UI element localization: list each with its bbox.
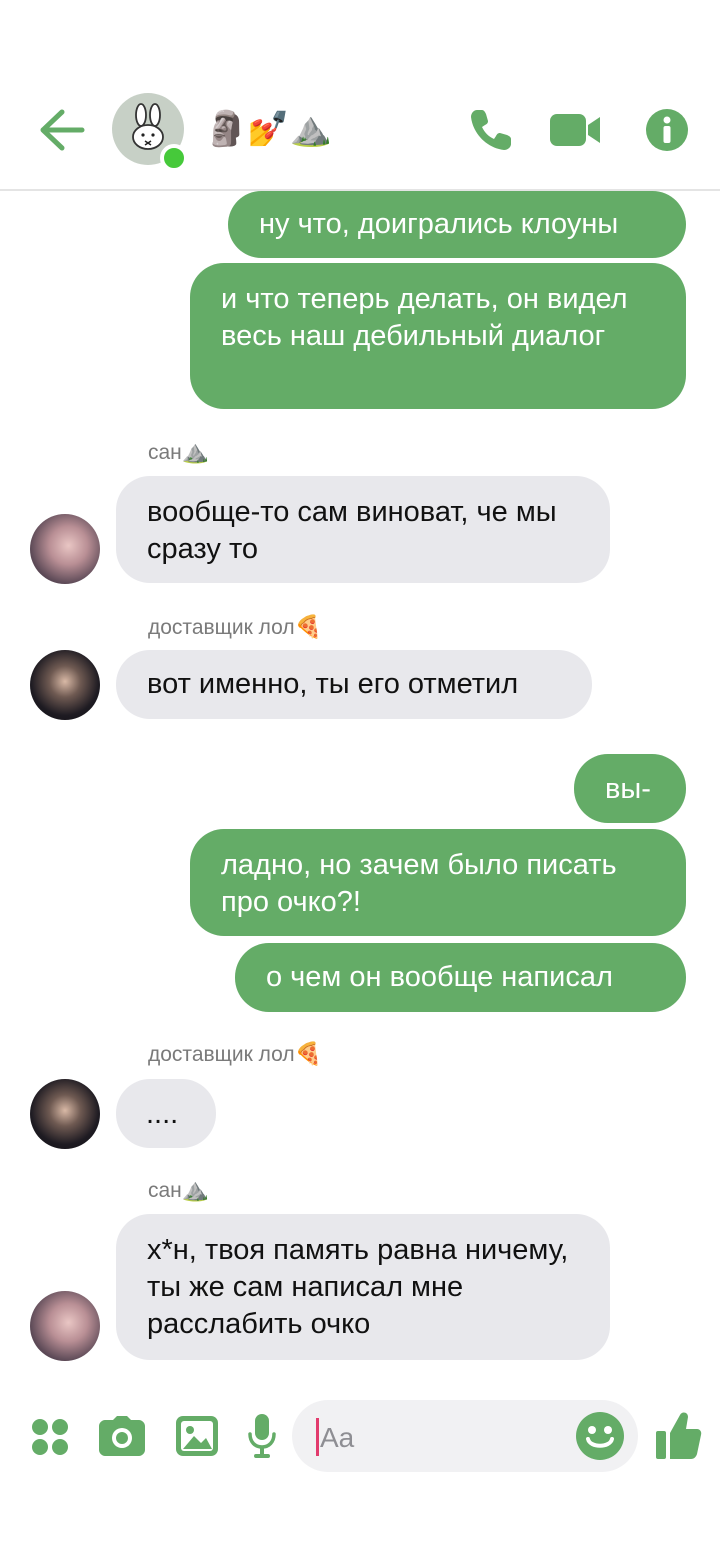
video-camera-icon[interactable] xyxy=(550,112,602,148)
back-arrow-icon[interactable] xyxy=(38,108,86,152)
text-caret xyxy=(316,1418,319,1456)
incoming-message[interactable]: вот именно, ты его отметил xyxy=(116,650,592,719)
incoming-message[interactable]: вообще-то сам виноват, че мы сразу то xyxy=(116,476,610,583)
phone-icon[interactable] xyxy=(467,106,515,154)
sender-emoji: ⛰️ xyxy=(181,440,210,465)
chat-header: 🗿💅⛰️ xyxy=(0,0,720,191)
microphone-icon[interactable] xyxy=(248,1414,276,1458)
sender-name-text: доставщик лол xyxy=(148,616,295,639)
outgoing-message[interactable]: ладно, но зачем было писать про очко?! xyxy=(190,829,686,936)
sender-name-text: сан xyxy=(148,1179,182,1202)
chat-title[interactable]: 🗿💅⛰️ xyxy=(205,105,332,153)
incoming-message[interactable]: .... xyxy=(116,1079,216,1148)
sender-name-text: сан xyxy=(148,441,182,464)
incoming-message[interactable]: х*н, твоя память равна ничему, ты же сам… xyxy=(116,1214,610,1360)
sender-name: доставщик лол🍕 xyxy=(148,615,322,641)
sender-emoji: ⛰️ xyxy=(181,1178,210,1203)
avatar[interactable] xyxy=(30,1291,100,1361)
image-icon[interactable] xyxy=(176,1416,218,1456)
smiley-icon[interactable] xyxy=(576,1412,624,1460)
sender-name: сан⛰️ xyxy=(148,1178,209,1204)
avatar[interactable] xyxy=(30,514,100,584)
outgoing-message[interactable]: и что теперь делать, он видел весь наш д… xyxy=(190,263,686,409)
sender-name: доставщик лол🍕 xyxy=(148,1042,322,1068)
sender-emoji: 🍕 xyxy=(294,615,323,640)
sender-emoji: 🍕 xyxy=(294,1042,323,1067)
online-status-badge xyxy=(160,144,188,172)
camera-icon[interactable] xyxy=(99,1416,145,1456)
outgoing-message[interactable]: вы- xyxy=(574,754,686,823)
sender-name: сан⛰️ xyxy=(148,440,209,466)
avatar[interactable] xyxy=(30,1079,100,1149)
info-icon[interactable] xyxy=(645,108,689,152)
four-dots-icon[interactable] xyxy=(31,1418,69,1456)
message-input-placeholder[interactable]: Aa xyxy=(320,1420,354,1456)
thumbs-up-icon[interactable] xyxy=(656,1411,702,1459)
sender-name-text: доставщик лол xyxy=(148,1043,295,1066)
avatar[interactable] xyxy=(30,650,100,720)
outgoing-message[interactable]: ну что, доигрались клоуны xyxy=(228,191,686,258)
outgoing-message[interactable]: о чем он вообще написал xyxy=(235,943,686,1012)
